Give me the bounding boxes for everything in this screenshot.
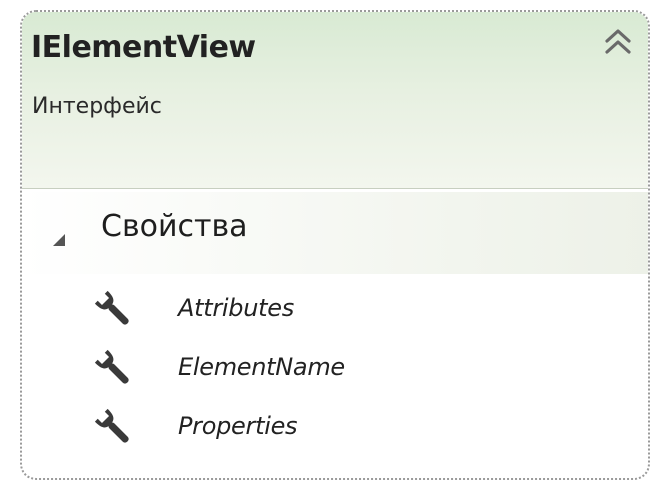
collapse-button[interactable] [602,24,634,60]
double-chevron-up-icon [605,29,631,54]
class-shape-ielementview[interactable]: IElementView Интерфейс Свойства Attribut… [20,10,650,480]
shape-stereotype: Интерфейс [32,94,162,119]
expand-triangle-icon[interactable] [52,233,66,247]
section-label: Свойства [101,209,248,244]
member-name: Properties [178,412,298,440]
shape-title: IElementView [31,30,256,65]
wrench-icon [94,408,129,443]
wrench-icon [94,349,129,384]
member-name: Attributes [178,294,294,322]
shape-header[interactable]: IElementView Интерфейс [22,12,648,189]
member-attributes[interactable]: Attributes [90,284,620,336]
wrench-icon [94,290,129,325]
member-properties[interactable]: Properties [90,402,620,454]
section-header-properties[interactable]: Свойства [22,192,648,274]
member-name: ElementName [178,353,345,381]
member-elementname[interactable]: ElementName [90,343,620,395]
